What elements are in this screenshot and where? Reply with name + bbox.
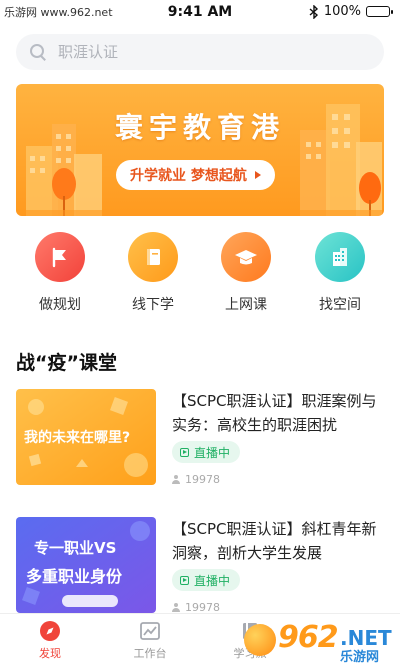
course-thumb-text: 我的未来在哪里? [24,430,131,446]
live-badge-label: 直播中 [194,445,231,460]
watermark-ball-icon [244,624,276,656]
quick-item-label: 线下学 [132,297,174,313]
building-icon [315,232,365,282]
quick-item-label: 做规划 [39,297,81,313]
person-icon [172,603,180,612]
course-card[interactable]: 专一职业VS 多重职业身份 【SCPC职涯认证】斜杠青年新洞察，剖析大学生发展 … [16,517,384,617]
live-badge[interactable]: 直播中 [172,441,241,463]
quick-item-label: 找空间 [319,297,361,313]
site-watermark-logo: 962 .NET 乐游网 [244,620,394,665]
bluetooth-icon [309,4,318,19]
live-play-icon [180,575,189,585]
banner-title: 寰宇教育港 [114,111,285,144]
status-right: 100% [309,4,393,19]
live-badge-label: 直播中 [194,573,231,588]
banner-slogan: 升学就业 梦想起航 [130,168,247,184]
graduation-cap-icon [221,232,271,282]
banner-city-illustration [16,104,384,216]
section-title: 战“疫”课堂 [16,352,117,374]
compass-icon [39,620,61,642]
search-icon [30,44,46,60]
person-icon [172,475,180,484]
course-card[interactable]: 我的未来在哪里? 【SCPC职涯认证】职涯案例与实务：高校生的职涯困扰 直播中 … [16,389,384,489]
live-play-icon [180,447,189,457]
course-thumbnail[interactable]: 我的未来在哪里? [16,389,156,485]
quick-entries: 做规划 线下学 上网课 找空间 [0,232,400,322]
search-bar[interactable] [16,34,384,70]
course-title[interactable]: 【SCPC职涯认证】斜杠青年新洞察，剖析大学生发展 [172,517,384,565]
course-thumb-text: 多重职业身份 [26,567,123,586]
battery-percent: 100% [323,4,361,19]
search-input[interactable] [58,43,358,61]
watermark-cn: 乐游网 [340,650,380,665]
quick-item-plan[interactable]: 做规划 [20,232,100,314]
status-bar: 乐游网 www.962.net 9:41 AM 100% [0,0,400,24]
quick-item-label: 上网课 [225,297,267,313]
banner-slogan-button[interactable]: 升学就业 梦想起航 [116,160,275,190]
course-thumb-text: 专一职业VS [34,539,117,557]
course-title[interactable]: 【SCPC职涯认证】职涯案例与实务：高校生的职涯困扰 [172,389,384,437]
view-count: 19978 [172,473,220,486]
play-arrow-icon [254,171,261,179]
battery-icon [366,6,393,17]
flag-icon [35,232,85,282]
tab-label: 工作台 [133,647,167,660]
tab-workbench[interactable]: 工作台 [110,620,190,661]
tab-discover[interactable]: 发现 [10,620,90,661]
view-count-value: 19978 [185,473,220,486]
tab-label: 发现 [39,647,61,660]
watermark-number: 962 [278,620,339,655]
quick-item-offline[interactable]: 线下学 [113,232,193,314]
chart-icon [139,620,161,642]
book-icon [128,232,178,282]
quick-item-online[interactable]: 上网课 [206,232,286,314]
promo-banner[interactable]: 寰宇教育港 升学就业 梦想起航 [16,84,384,216]
course-thumbnail[interactable]: 专一职业VS 多重职业身份 [16,517,156,613]
live-badge[interactable]: 直播中 [172,569,241,591]
quick-item-space[interactable]: 找空间 [300,232,380,314]
